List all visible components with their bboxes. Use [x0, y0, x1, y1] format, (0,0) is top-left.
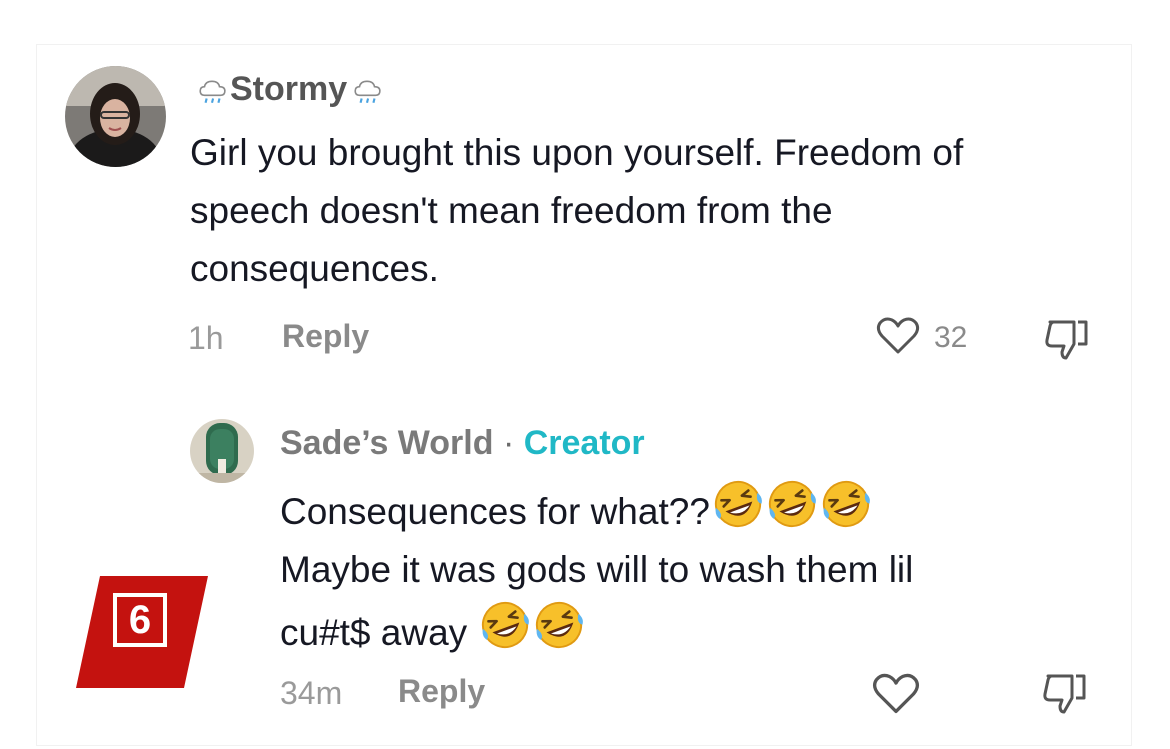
reply-username[interactable]: Sade’s World	[280, 424, 494, 462]
thumbs-down-icon	[1043, 674, 1086, 714]
comment-username[interactable]: Stormy	[230, 70, 347, 108]
reply-like-button[interactable]	[872, 672, 920, 721]
reply-reply-button[interactable]: Reply	[398, 673, 485, 710]
name-separator: ·	[493, 424, 524, 462]
rolling-laughing-icon	[711, 478, 764, 530]
badge-number: 6	[113, 593, 167, 647]
rain-cloud-icon	[199, 80, 226, 104]
reply-time: 34m	[280, 675, 343, 711]
comment-time: 1h	[188, 320, 224, 356]
like-button[interactable]	[876, 316, 920, 361]
reply-text: Consequences for what?? Maybe it was god…	[280, 478, 1100, 662]
rolling-laughing-icon	[479, 599, 532, 651]
reply-dislike-button[interactable]	[1040, 672, 1090, 721]
reply-line-2: Maybe it was gods will to wash them lil	[280, 549, 914, 590]
comment-username-row[interactable]: Stormy	[192, 70, 385, 109]
reply-avatar[interactable]	[190, 419, 254, 483]
thumbs-down-icon	[1045, 320, 1088, 360]
number-badge: 6	[76, 576, 208, 688]
like-count: 32	[934, 321, 968, 354]
heart-icon	[872, 673, 920, 714]
reply-line-3: cu#t$ away	[280, 612, 468, 653]
rolling-laughing-icon	[819, 478, 872, 530]
rolling-laughing-icon	[765, 478, 818, 530]
reply-username-row: Sade’s World · Creator	[280, 424, 645, 463]
rain-cloud-icon	[354, 80, 382, 104]
dislike-button[interactable]	[1042, 318, 1092, 367]
reply-line-1: Consequences for what??	[280, 491, 710, 532]
heart-icon	[876, 317, 920, 354]
creator-badge: Creator	[523, 424, 645, 462]
rolling-laughing-icon	[533, 599, 586, 651]
reply-text-line: cu#t$ away	[280, 599, 1100, 662]
comment-text: Girl you brought this upon yourself. Fre…	[190, 132, 964, 289]
reply-text-line: Consequences for what??	[280, 478, 1100, 541]
avatar[interactable]	[65, 66, 166, 167]
comment-reply-button[interactable]: Reply	[282, 318, 369, 355]
